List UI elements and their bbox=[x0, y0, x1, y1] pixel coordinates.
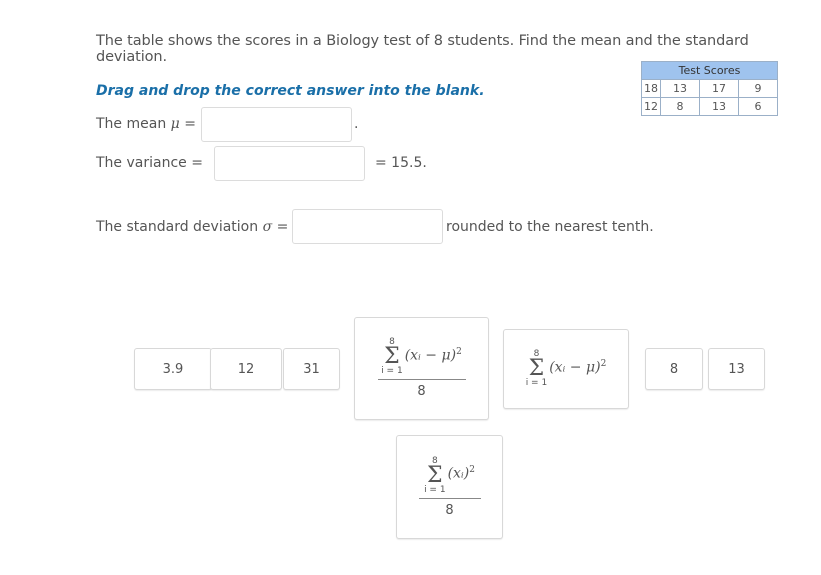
table-row: 12 8 13 6 bbox=[641, 97, 778, 116]
mean-equals: = bbox=[184, 116, 196, 132]
sigma-sum-symbol: Σ bbox=[427, 462, 443, 488]
variance-result: = 15.5. bbox=[375, 155, 427, 171]
table-cell: 13 bbox=[699, 97, 739, 116]
table-cell: 6 bbox=[738, 97, 778, 116]
table-row: 18 13 17 9 bbox=[641, 79, 778, 98]
mean-line: The mean μ = bbox=[96, 116, 196, 132]
chip-label: 8 bbox=[669, 361, 679, 377]
summation-expression: 8 Σ i = 1 (xᵢ − μ)2 bbox=[526, 350, 607, 388]
answer-chip-31[interactable]: 31 bbox=[283, 348, 340, 390]
denominator: 8 bbox=[417, 384, 426, 399]
variance-equals: = bbox=[191, 155, 203, 171]
exponent: 2 bbox=[600, 358, 607, 369]
answer-chip-variance-formula[interactable]: 8 Σ i = 1 (xᵢ − μ)2 8 bbox=[354, 317, 489, 420]
term-text: (xᵢ − μ) bbox=[549, 359, 601, 376]
summation-expression: 8 Σ i = 1 (xᵢ)2 bbox=[424, 456, 475, 495]
sigma-symbol: σ bbox=[262, 219, 273, 235]
variance-blank[interactable] bbox=[214, 146, 365, 181]
table-cell: 17 bbox=[699, 79, 739, 98]
chip-label: 3.9 bbox=[162, 361, 184, 377]
sum-lower-limit: i = 1 bbox=[525, 378, 548, 388]
answer-chip-12[interactable]: 12 bbox=[210, 348, 282, 390]
summation-expression: 8 Σ i = 1 (xᵢ − μ)2 bbox=[381, 338, 462, 376]
sum-term: (xᵢ − μ)2 bbox=[405, 347, 462, 364]
answer-chip-3-9[interactable]: 3.9 bbox=[134, 348, 212, 390]
term-text: (xᵢ) bbox=[447, 465, 470, 482]
table-cell: 18 bbox=[641, 79, 661, 98]
table-cell: 13 bbox=[660, 79, 700, 98]
chip-label: 31 bbox=[303, 361, 320, 377]
sum-term: (xᵢ)2 bbox=[448, 465, 475, 482]
sd-equals: = bbox=[276, 219, 289, 235]
sd-blank[interactable] bbox=[292, 209, 443, 244]
test-scores-table: Test Scores 18 13 17 9 12 8 13 6 bbox=[641, 61, 778, 116]
sum-term: (xᵢ − μ)2 bbox=[549, 359, 606, 376]
mean-blank[interactable] bbox=[201, 107, 352, 142]
mean-period: . bbox=[354, 116, 359, 132]
exponent: 2 bbox=[469, 465, 475, 476]
denominator: 8 bbox=[445, 502, 454, 518]
table-cell: 8 bbox=[660, 97, 700, 116]
sum-lower-limit: i = 1 bbox=[381, 366, 403, 376]
sd-line: The standard deviation σ = bbox=[96, 219, 288, 235]
sd-label: The standard deviation bbox=[96, 219, 259, 235]
variance-line: The variance = bbox=[96, 155, 203, 171]
chip-label: 13 bbox=[728, 361, 745, 377]
exponent: 2 bbox=[456, 346, 462, 357]
answer-chip-sum-formula[interactable]: 8 Σ i = 1 (xᵢ − μ)2 bbox=[503, 329, 629, 409]
sigma-sum-symbol: Σ bbox=[384, 344, 400, 369]
sum-lower-limit: i = 1 bbox=[424, 484, 446, 495]
answer-chip-8[interactable]: 8 bbox=[645, 348, 703, 390]
table-cell: 12 bbox=[641, 97, 661, 116]
instruction-text: Drag and drop the correct answer into th… bbox=[96, 83, 485, 99]
fraction-bar bbox=[377, 379, 466, 380]
variance-label: The variance bbox=[96, 155, 187, 171]
answer-chip-sum-squares-formula[interactable]: 8 Σ i = 1 (xᵢ)2 8 bbox=[396, 435, 503, 539]
table-header: Test Scores bbox=[641, 61, 778, 80]
answer-chip-13[interactable]: 13 bbox=[708, 348, 765, 390]
sd-suffix: rounded to the nearest tenth. bbox=[446, 219, 654, 235]
term-text: (xᵢ − μ) bbox=[404, 347, 457, 364]
table-cell: 9 bbox=[738, 79, 778, 98]
fraction-bar bbox=[418, 497, 481, 499]
chip-label: 12 bbox=[237, 361, 255, 377]
sigma-sum-symbol: Σ bbox=[528, 356, 545, 381]
mu-symbol: μ bbox=[170, 116, 180, 132]
mean-label: The mean bbox=[96, 116, 167, 132]
